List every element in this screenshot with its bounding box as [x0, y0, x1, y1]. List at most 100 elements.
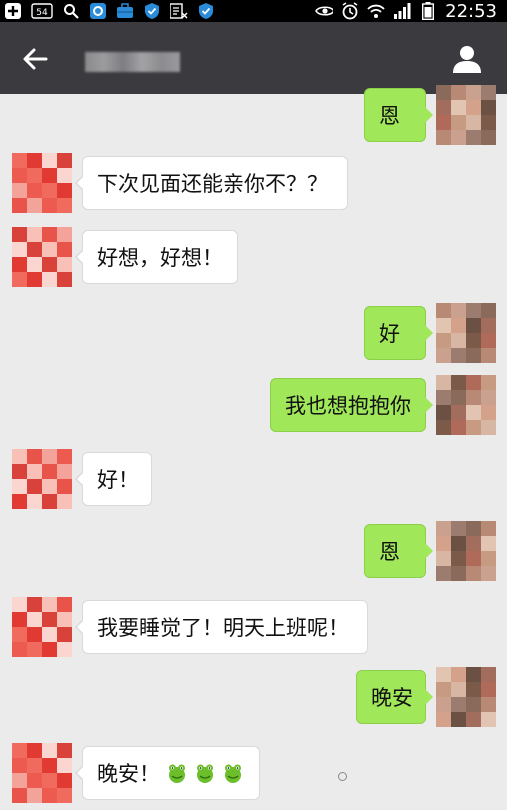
avatar[interactable]: [436, 667, 496, 727]
incoming-message[interactable]: 好想，好想！: [75, 230, 238, 284]
incoming-message[interactable]: 好！: [75, 452, 152, 506]
avatar-pixel: [436, 333, 451, 348]
avatar-pixel: [57, 773, 72, 788]
avatar-pixel: [42, 773, 57, 788]
avatar[interactable]: [436, 85, 496, 145]
avatar-pixel: [466, 697, 481, 712]
avatar-pixel: [451, 100, 466, 115]
avatar[interactable]: [436, 375, 496, 435]
avatar-pixel: [451, 130, 466, 145]
frog-emoji-icon: [222, 762, 244, 784]
avatar-pixel: [436, 536, 451, 551]
avatar-pixel: [42, 464, 57, 479]
avatar-pixel: [466, 333, 481, 348]
avatar-pixel: [57, 494, 72, 509]
avatar-pixel: [42, 242, 57, 257]
outgoing-message[interactable]: 晚安: [356, 670, 433, 724]
outgoing-message[interactable]: 我也想抱抱你: [270, 378, 433, 432]
avatar-pixel: [57, 464, 72, 479]
outgoing-message[interactable]: 恩: [364, 524, 433, 578]
avatar-pixel: [12, 257, 27, 272]
avatar-pixel: [57, 743, 72, 758]
shield-icon: [143, 3, 161, 19]
avatar[interactable]: [12, 153, 72, 213]
avatar-pixel: [42, 494, 57, 509]
avatar-pixel: [451, 566, 466, 581]
avatar-pixel: [12, 227, 27, 242]
avatar-pixel: [481, 551, 496, 566]
outgoing-message[interactable]: 好: [364, 306, 433, 360]
avatar-pixel: [436, 551, 451, 566]
avatar-pixel: [451, 85, 466, 100]
avatar-pixel: [12, 198, 27, 213]
avatar-pixel: [27, 479, 42, 494]
avatar-pixel: [451, 551, 466, 566]
avatar-pixel: [451, 712, 466, 727]
avatar[interactable]: [436, 521, 496, 581]
avatar-pixel: [481, 115, 496, 130]
avatar-pixel: [27, 272, 42, 287]
avatar-pixel: [451, 405, 466, 420]
avatar-pixel: [451, 318, 466, 333]
avatar-pixel: [481, 85, 496, 100]
avatar-pixel: [27, 597, 42, 612]
message-text: 好想，好想！: [97, 246, 223, 270]
avatar-pixel: [466, 390, 481, 405]
avatar[interactable]: [12, 597, 72, 657]
avatar-pixel: [27, 758, 42, 773]
avatar-pixel: [436, 100, 451, 115]
avatar-pixel: [57, 227, 72, 242]
avatar-pixel: [451, 420, 466, 435]
alarm-icon: [341, 2, 359, 20]
wifi-icon: [367, 3, 385, 19]
avatar-pixel: [27, 183, 42, 198]
avatar[interactable]: [436, 303, 496, 363]
outgoing-message[interactable]: 恩: [364, 88, 433, 142]
incoming-message[interactable]: 我要睡觉了！明天上班呢！: [75, 600, 368, 654]
chat-area[interactable]: 恩下次见面还能亲你不？？ 好想，好想！好我也想抱抱你 好！恩我要睡觉了！明天上班呢！…: [0, 85, 507, 810]
avatar-pixel: [42, 758, 57, 773]
avatar-pixel: [42, 612, 57, 627]
avatar-pixel: [466, 303, 481, 318]
avatar-pixel: [466, 318, 481, 333]
avatar-pixel: [451, 667, 466, 682]
avatar-pixel: [42, 597, 57, 612]
avatar-pixel: [27, 612, 42, 627]
avatar-pixel: [57, 153, 72, 168]
avatar-pixel: [42, 449, 57, 464]
status-time: 22:53: [445, 0, 497, 22]
avatar-pixel: [481, 697, 496, 712]
avatar-pixel: [481, 405, 496, 420]
briefcase-icon: [116, 3, 134, 19]
avatar-pixel: [42, 788, 57, 803]
avatar-pixel: [12, 449, 27, 464]
avatar-pixel: [481, 100, 496, 115]
incoming-message[interactable]: 下次见面还能亲你不？？: [75, 156, 348, 210]
avatar-pixel: [27, 494, 42, 509]
avatar-pixel: [12, 788, 27, 803]
back-arrow-icon[interactable]: [22, 46, 48, 72]
avatar-pixel: [466, 130, 481, 145]
avatar-pixel: [481, 566, 496, 581]
avatar-pixel: [42, 257, 57, 272]
avatar-pixel: [27, 773, 42, 788]
avatar-pixel: [57, 168, 72, 183]
avatar-pixel: [12, 479, 27, 494]
avatar-pixel: [57, 449, 72, 464]
avatar-pixel: [436, 348, 451, 363]
incoming-message[interactable]: 晚安！: [75, 746, 260, 800]
avatar-pixel: [12, 773, 27, 788]
avatar-pixel: [27, 242, 42, 257]
person-icon[interactable]: [452, 44, 482, 74]
avatar[interactable]: [12, 449, 72, 509]
app-icon: [89, 3, 107, 19]
avatar-pixel: [42, 153, 57, 168]
avatar-pixel: [12, 242, 27, 257]
avatar[interactable]: [12, 227, 72, 287]
message-text: 我也想抱抱你: [285, 394, 411, 418]
avatar-pixel: [466, 405, 481, 420]
avatar-pixel: [27, 449, 42, 464]
avatar-pixel: [12, 743, 27, 758]
message-text: 恩: [379, 540, 400, 564]
avatar[interactable]: [12, 743, 72, 803]
